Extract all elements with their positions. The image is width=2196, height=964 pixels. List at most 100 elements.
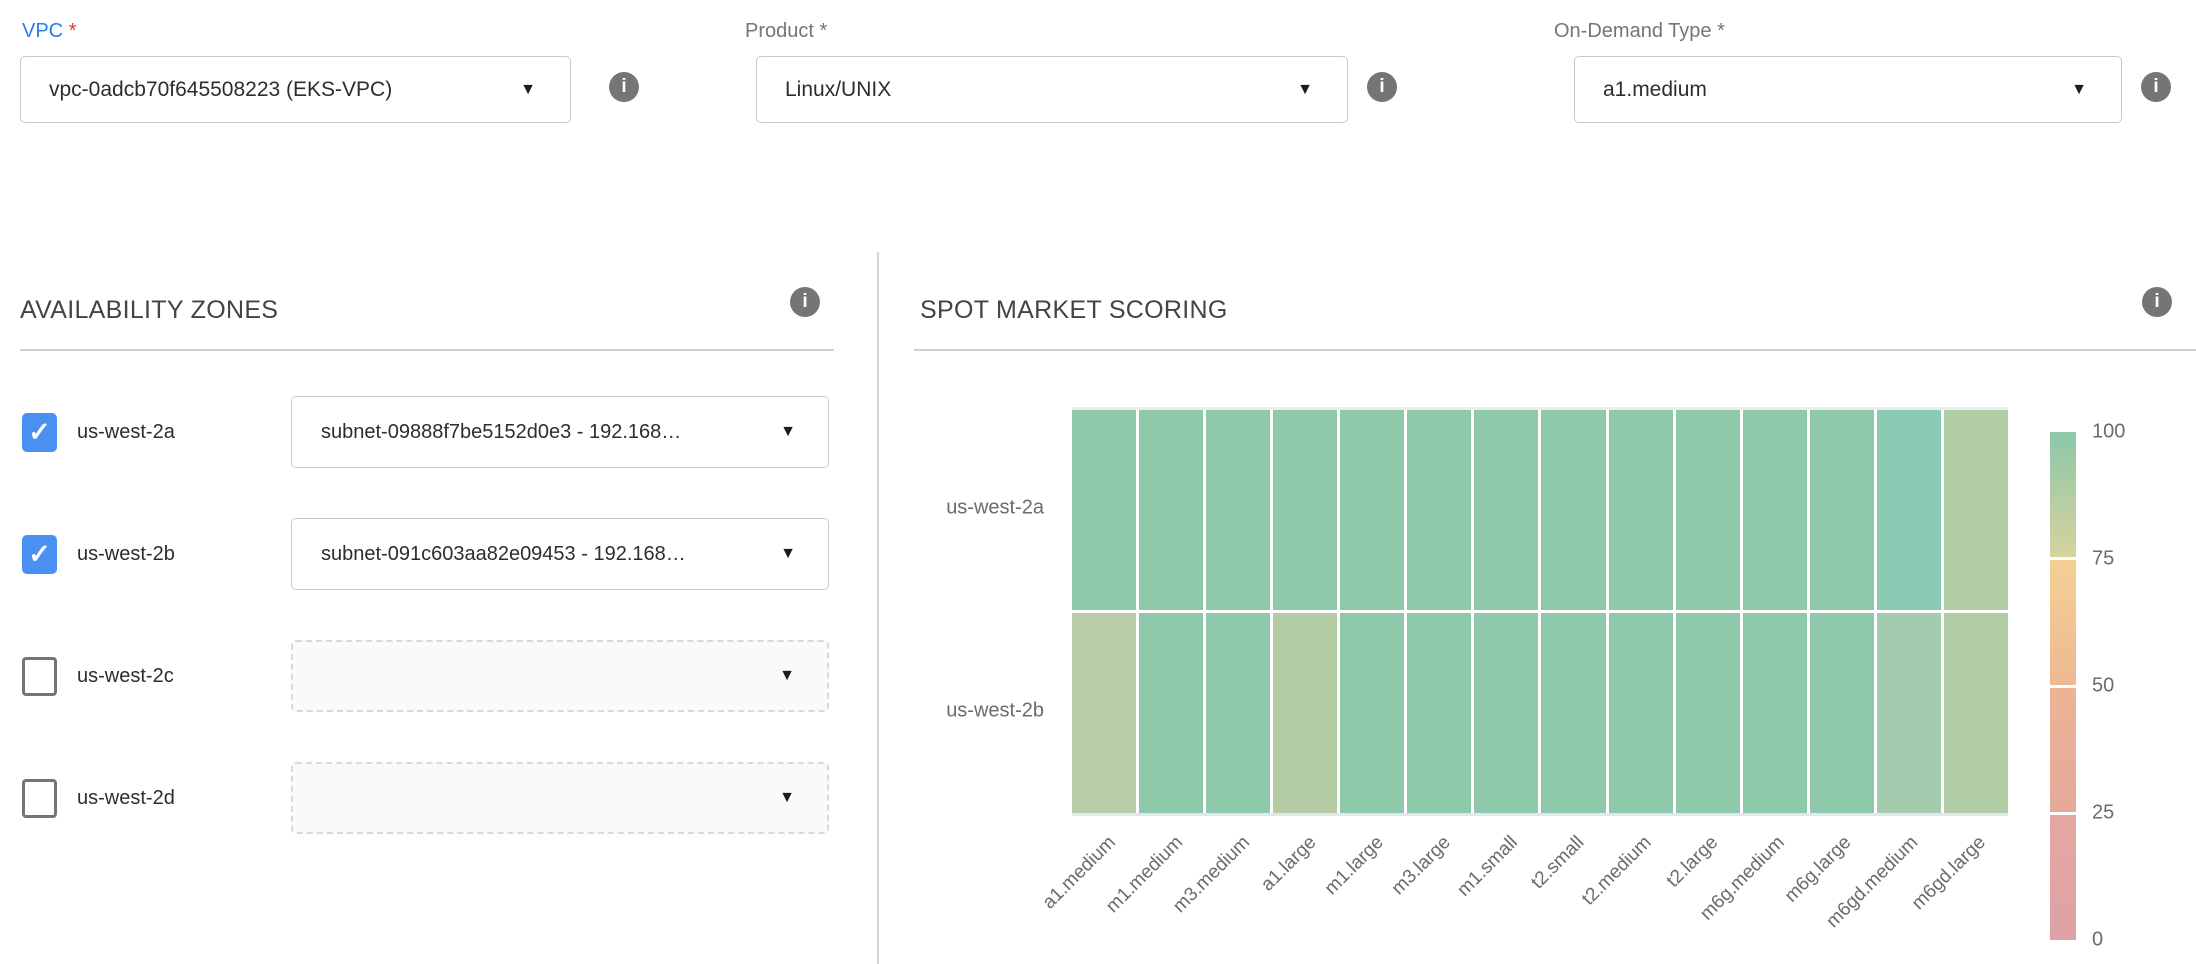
heatmap-cell[interactable] [1340, 410, 1404, 610]
subnet-select-us-west-2a[interactable]: subnet-09888f7be5152d0e3 - 192.168… ▼ [291, 396, 829, 468]
colorbar-tick: 50 [2092, 675, 2114, 698]
colorbar-tick: 75 [2092, 548, 2114, 571]
chevron-down-icon: ▼ [2071, 81, 2087, 99]
heatmap-cell[interactable] [1273, 613, 1337, 813]
subnet-select-us-west-2b[interactable]: subnet-091c603aa82e09453 - 192.168…▼ [291, 518, 829, 590]
heatmap-x-label: t2.medium [1578, 832, 1656, 910]
heatmap-cell[interactable] [1139, 410, 1203, 610]
heatmap-cell[interactable] [1474, 410, 1538, 610]
product-select-value: Linux/UNIX [785, 78, 891, 102]
chevron-down-icon: ▼ [1297, 81, 1313, 99]
colorbar-segment [2050, 688, 2076, 813]
chevron-down-icon: ▼ [779, 789, 795, 807]
colorbar-segment [2050, 432, 2076, 557]
spot-market-scoring-info-icon[interactable]: i [2142, 287, 2172, 317]
zone-label: us-west-2a [77, 396, 175, 468]
heatmap-cell[interactable] [1944, 410, 2008, 610]
vpc-select-value: vpc-0adcb70f645508223 (EKS-VPC) [49, 78, 392, 102]
heatmap-cell[interactable] [1877, 613, 1941, 813]
on-demand-type-info-icon[interactable]: i [2141, 72, 2171, 102]
subnet-select-value: subnet-09888f7be5152d0e3 - 192.168… [321, 421, 681, 444]
subnet-select-us-west-2d[interactable]: ▼ [291, 762, 829, 834]
colorbar-tick: 100 [2092, 421, 2125, 444]
on-demand-type-select[interactable]: a1.medium ▼ [1574, 56, 2122, 123]
panel-separator [877, 252, 879, 964]
heatmap-grid [1072, 410, 2008, 813]
chevron-down-icon: ▼ [780, 423, 796, 441]
chevron-down-icon: ▼ [520, 81, 536, 99]
colorbar-segment [2050, 815, 2076, 940]
heatmap-x-label: a1.large [1257, 832, 1321, 896]
heatmap-cell[interactable] [1407, 613, 1471, 813]
heatmap-cell[interactable] [1273, 410, 1337, 610]
zone-checkbox-us-west-2d[interactable] [22, 779, 57, 818]
heatmap-cell[interactable] [1407, 410, 1471, 610]
heatmap-cell[interactable] [1541, 613, 1605, 813]
product-label-text: Product [745, 20, 814, 42]
spot-market-scoring-title: SPOT MARKET SCORING [920, 296, 1228, 325]
heatmap-cell[interactable] [1944, 613, 2008, 813]
heatmap-cell[interactable] [1877, 410, 1941, 610]
heatmap-cell[interactable] [1541, 410, 1605, 610]
zone-label: us-west-2d [77, 762, 175, 834]
az-row: us-west-2c ▼ [0, 640, 877, 712]
az-row: us-west-2d ▼ [0, 762, 877, 834]
heatmap-cell[interactable] [1743, 410, 1807, 610]
heatmap-colorbar [2050, 432, 2076, 940]
page: VPC * vpc-0adcb70f645508223 (EKS-VPC) ▼ … [0, 0, 2196, 964]
heatmap-cell[interactable] [1474, 613, 1538, 813]
heatmap-cell[interactable] [1609, 613, 1673, 813]
on-demand-type-required-asterisk: * [1717, 20, 1725, 42]
vpc-required-asterisk: * [69, 20, 77, 42]
heatmap-cell[interactable] [1072, 613, 1136, 813]
heatmap-cell[interactable] [1676, 613, 1740, 813]
vpc-label-text: VPC [22, 20, 63, 42]
vpc-info-icon[interactable]: i [609, 72, 639, 102]
colorbar-tick: 0 [2092, 929, 2103, 952]
chevron-down-icon: ▼ [779, 667, 795, 685]
heatmap-x-label: t2.small [1527, 832, 1589, 894]
vpc-label: VPC * [22, 20, 76, 43]
product-select[interactable]: Linux/UNIX ▼ [756, 56, 1348, 123]
heatmap-cell[interactable] [1206, 410, 1270, 610]
colorbar-tick: 25 [2092, 802, 2114, 825]
zone-label: us-west-2c [77, 640, 174, 712]
product-info-icon[interactable]: i [1367, 72, 1397, 102]
check-icon: ✓ [28, 541, 51, 568]
subnet-select-us-west-2c[interactable]: ▼ [291, 640, 829, 712]
heatmap-cell[interactable] [1810, 613, 1874, 813]
heatmap-cell[interactable] [1810, 410, 1874, 610]
product-required-asterisk: * [820, 20, 828, 42]
heatmap-row-label: us-west-2b [884, 700, 1044, 723]
heatmap-cell[interactable] [1609, 410, 1673, 610]
availability-zones-divider [20, 349, 834, 351]
heatmap-cell[interactable] [1676, 410, 1740, 610]
vpc-select[interactable]: vpc-0adcb70f645508223 (EKS-VPC) ▼ [20, 56, 571, 123]
chevron-down-icon: ▼ [780, 545, 796, 563]
heatmap-x-label: m1.large [1321, 832, 1389, 900]
availability-zones-info-icon[interactable]: i [790, 287, 820, 317]
product-label: Product * [745, 20, 827, 43]
zone-label: us-west-2b [77, 518, 175, 590]
heatmap-x-label: t2.large [1662, 832, 1722, 892]
heatmap-cell[interactable] [1743, 613, 1807, 813]
heatmap-x-label: m1.small [1453, 832, 1522, 901]
availability-zones-title: AVAILABILITY ZONES [20, 296, 278, 325]
heatmap-cell[interactable] [1072, 410, 1136, 610]
heatmap-row-label: us-west-2a [884, 497, 1044, 520]
spot-market-scoring-divider [914, 349, 2196, 351]
heatmap-x-label: m3.large [1387, 832, 1455, 900]
check-icon: ✓ [28, 419, 51, 446]
zone-checkbox-us-west-2a[interactable]: ✓ [22, 413, 57, 452]
zone-checkbox-us-west-2b[interactable]: ✓ [22, 535, 57, 574]
on-demand-type-label-text: On-Demand Type [1554, 20, 1712, 42]
az-row: ✓ us-west-2b subnet-091c603aa82e09453 - 19… [0, 518, 877, 590]
heatmap [1072, 407, 2008, 816]
heatmap-cell[interactable] [1139, 613, 1203, 813]
zone-checkbox-us-west-2c[interactable] [22, 657, 57, 696]
on-demand-type-label: On-Demand Type * [1554, 20, 1725, 43]
on-demand-type-select-value: a1.medium [1603, 78, 1707, 102]
heatmap-cell[interactable] [1340, 613, 1404, 813]
heatmap-cell[interactable] [1206, 613, 1270, 813]
az-row: ✓ us-west-2a subnet-09888f7be5152d0e3 - 19… [0, 396, 877, 468]
